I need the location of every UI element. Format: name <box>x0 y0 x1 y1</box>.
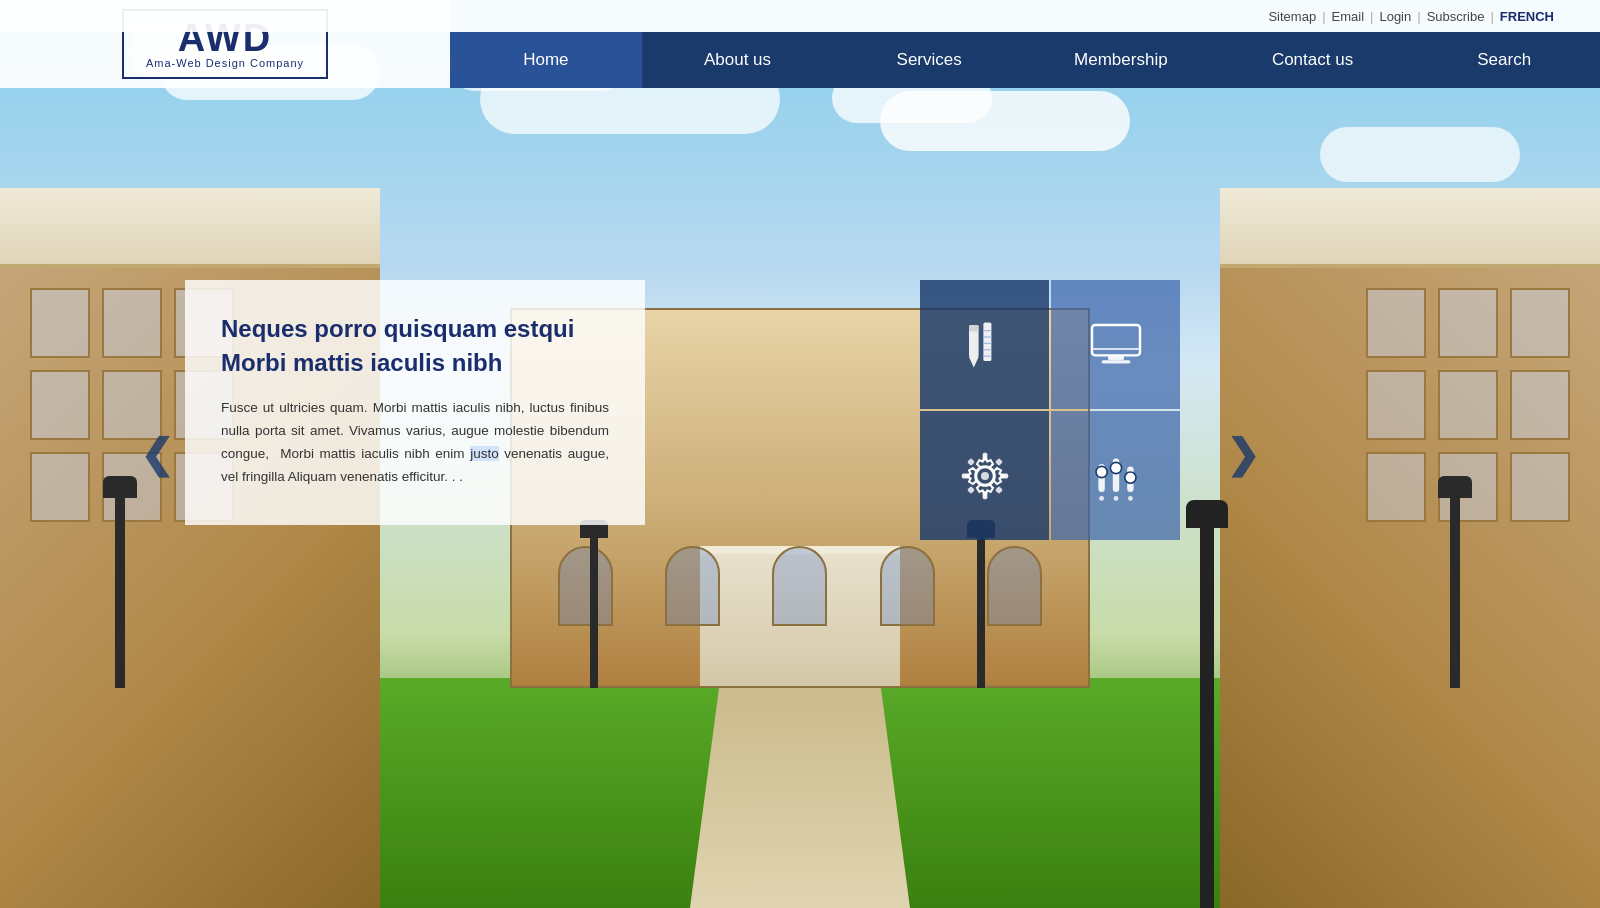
svg-rect-11 <box>1108 355 1124 360</box>
svg-rect-19 <box>1000 473 1008 478</box>
nav-services[interactable]: Services <box>833 32 1025 88</box>
sep4: | <box>1490 9 1493 24</box>
email-link[interactable]: Email <box>1332 9 1365 24</box>
pole-right <box>1450 498 1460 688</box>
pole-large-right <box>1200 528 1214 908</box>
svg-rect-16 <box>982 452 987 460</box>
icon-cell-monitor[interactable] <box>1051 280 1180 409</box>
svg-rect-22 <box>967 486 975 494</box>
slide-title: Neques porro quisquam estqui Morbi matti… <box>221 312 609 379</box>
logo-subtitle: Ama-Web Design Company <box>146 57 304 69</box>
svg-rect-2 <box>969 325 979 331</box>
pole-left <box>115 498 125 688</box>
arch-windows <box>512 546 1088 626</box>
sep1: | <box>1322 9 1325 24</box>
nav-search[interactable]: Search <box>1408 32 1600 88</box>
icon-cell-settings[interactable] <box>920 411 1049 540</box>
pole-center-left <box>590 538 598 688</box>
nav-membership[interactable]: Membership <box>1025 32 1217 88</box>
monitor-icon <box>1084 313 1148 377</box>
svg-point-30 <box>1099 496 1104 501</box>
nav-bar: Home About us Services Membership Contac… <box>450 32 1600 88</box>
top-utility-bar: Sitemap | Email | Login | Subscribe | FR… <box>0 0 1600 32</box>
pole-center-right <box>977 538 985 688</box>
subscribe-link[interactable]: Subscribe <box>1427 9 1485 24</box>
highlight-text: justo <box>470 446 499 461</box>
svg-rect-9 <box>1092 325 1140 355</box>
sep3: | <box>1417 9 1420 24</box>
svg-marker-1 <box>969 357 979 367</box>
login-link[interactable]: Login <box>1379 9 1411 24</box>
slide-body: Fusce ut ultricies quam. Morbi mattis ia… <box>221 397 609 489</box>
svg-point-15 <box>981 472 989 480</box>
carousel-arrow-right[interactable]: ❯ <box>1226 431 1260 477</box>
sep2: | <box>1370 9 1373 24</box>
svg-point-31 <box>1113 496 1118 501</box>
svg-rect-20 <box>967 458 975 466</box>
slide-title-line2: Morbi mattis iaculis nibh <box>221 349 502 376</box>
svg-rect-23 <box>995 486 1003 494</box>
pencil-ruler-icon <box>953 313 1017 377</box>
nav-contact[interactable]: Contact us <box>1217 32 1409 88</box>
svg-rect-17 <box>982 491 987 499</box>
carousel-arrow-left[interactable]: ❮ <box>140 431 174 477</box>
svg-rect-18 <box>961 473 969 478</box>
right-building <box>1220 188 1600 908</box>
svg-point-28 <box>1110 462 1121 473</box>
nav-about[interactable]: About us <box>642 32 834 88</box>
svg-rect-21 <box>995 458 1003 466</box>
svg-rect-3 <box>983 322 991 360</box>
svg-point-32 <box>1128 496 1133 501</box>
french-link[interactable]: FRENCH <box>1500 9 1554 24</box>
slide-title-line1: Neques porro quisquam estqui <box>221 315 574 342</box>
pathway <box>690 658 910 908</box>
gear-icon <box>953 444 1017 508</box>
nav-home[interactable]: Home <box>450 32 642 88</box>
icon-grid <box>920 280 1180 540</box>
svg-rect-12 <box>1101 360 1130 363</box>
icon-cell-sliders[interactable] <box>1051 411 1180 540</box>
building-cornice <box>0 188 380 268</box>
sliders-icon <box>1084 444 1148 508</box>
icon-cell-design[interactable] <box>920 280 1049 409</box>
cloud-7 <box>1320 127 1520 182</box>
right-cornice <box>1220 188 1600 268</box>
sitemap-link[interactable]: Sitemap <box>1268 9 1316 24</box>
svg-point-29 <box>1124 472 1135 483</box>
svg-point-27 <box>1096 466 1107 477</box>
slide-panel: Neques porro quisquam estqui Morbi matti… <box>185 280 645 525</box>
